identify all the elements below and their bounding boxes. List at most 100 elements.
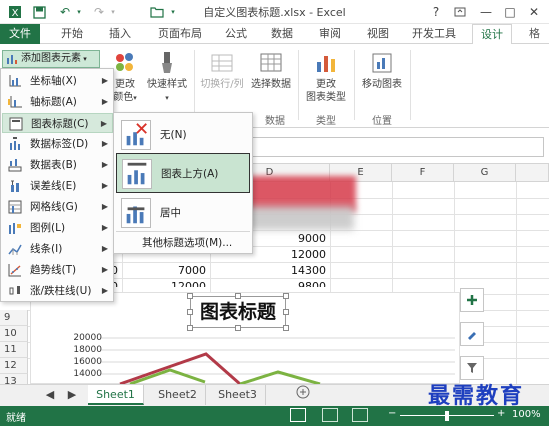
zoom-out-icon[interactable]: − [388, 408, 396, 419]
submenu-arrow-icon: ▶ [101, 76, 108, 85]
page-break-view-icon[interactable] [352, 408, 368, 422]
tab-file[interactable]: 文件 [0, 24, 40, 44]
column-header-g[interactable]: G [454, 164, 516, 182]
page-layout-view-icon[interactable] [322, 408, 338, 422]
chart-series-line[interactable] [119, 352, 241, 384]
cell[interactable]: 9800 [210, 279, 326, 287]
resize-handle[interactable] [187, 293, 193, 299]
select-data-button[interactable]: 选择数据 [248, 50, 294, 91]
menu-item-gridlines[interactable]: 网格线(G) ▶ [2, 197, 113, 217]
column-header[interactable] [516, 164, 549, 182]
tab-page-layout[interactable]: 页面布局 [150, 24, 210, 44]
cell[interactable]: 7000 [122, 263, 206, 279]
submenu-item-above-chart[interactable]: 图表上方(A) [116, 153, 250, 193]
row-header-11[interactable]: 11 [0, 342, 28, 358]
menu-item-legend[interactable]: 图例(L) ▶ [2, 218, 113, 238]
quick-style-button[interactable]: 快速样式 ▾ [144, 50, 190, 105]
menu-item-error-bars[interactable]: 误差线(E) ▶ [2, 176, 113, 196]
more-title-options-link[interactable]: 其他标题选项(M)... [142, 235, 232, 250]
restore-button[interactable]: □ [498, 2, 522, 22]
tab-view[interactable]: 视图 [358, 24, 398, 44]
plus-circle-icon [296, 385, 310, 399]
axis-titles-icon [8, 96, 22, 108]
chart-styles-button[interactable] [460, 322, 484, 346]
add-chart-element-button[interactable]: 添加图表元素 ▾ [2, 50, 100, 68]
undo-dropdown-icon[interactable]: ▾ [74, 3, 84, 21]
up-down-bars-icon [9, 286, 20, 295]
row-header-10[interactable]: 10 [0, 326, 28, 342]
submenu-item-label: 无(N) [160, 129, 187, 141]
undo-icon[interactable]: ↶ [56, 3, 74, 21]
tab-design[interactable]: 设计 [472, 24, 512, 45]
formula-input[interactable] [232, 137, 544, 157]
tab-formulas[interactable]: 公式 [216, 24, 256, 44]
new-sheet-icon[interactable] [292, 385, 314, 405]
tab-developer[interactable]: 开发工具 [404, 24, 464, 44]
chart-elements-button[interactable] [460, 288, 484, 312]
chart-filters-button[interactable] [460, 356, 484, 380]
cell[interactable]: 12000 [122, 279, 206, 287]
menu-item-trendline[interactable]: 趋势线(T) ▶ [2, 260, 113, 280]
normal-view-icon[interactable] [290, 408, 306, 422]
tab-home[interactable]: 开始 [52, 24, 92, 44]
tab-data[interactable]: 数据 [262, 24, 302, 44]
menu-item-chart-title[interactable]: 图表标题(C) ▶ [2, 113, 113, 133]
sheet-tab-sheet3[interactable]: Sheet3 [210, 385, 266, 405]
column-header-f[interactable]: F [392, 164, 454, 182]
menu-item-axis-titles[interactable]: 轴标题(A) ▶ [2, 92, 113, 112]
resize-handle[interactable] [187, 309, 193, 315]
ribbon-tabs: 文件 开始 插入 页面布局 公式 数据 审阅 视图 开发工具 设计 格 [0, 24, 549, 45]
menu-item-data-table[interactable]: 数据表(B) ▶ [2, 155, 113, 175]
open-folder-icon[interactable] [148, 3, 166, 21]
resize-handle[interactable] [283, 293, 289, 299]
menu-item-data-labels[interactable]: 数据标签(D) ▶ [2, 134, 113, 154]
group-separator [354, 50, 355, 120]
tab-insert[interactable]: 插入 [100, 24, 140, 44]
group-label-type: 类型 [316, 116, 336, 127]
prev-sheet-icon[interactable]: ◀ [40, 385, 60, 405]
menu-item-lines[interactable]: 线条(I) ▶ [2, 239, 113, 259]
menu-item-label: 数据表(B) [30, 159, 77, 171]
tab-format[interactable]: 格 [520, 24, 549, 44]
close-button[interactable]: ✕ [522, 2, 546, 22]
change-colors-label-1: 更改 [115, 79, 135, 90]
resize-handle[interactable] [235, 325, 241, 331]
chart-title-submenu: 无(N) 图表上方(A) 居中 其他标题选项(M)... [113, 112, 253, 254]
row-header-12[interactable]: 12 [0, 358, 28, 374]
resize-handle[interactable] [187, 325, 193, 331]
resize-handle[interactable] [235, 293, 241, 299]
submenu-item-centered-overlay[interactable]: 居中 [116, 193, 250, 233]
redo-dropdown-icon[interactable]: ▾ [108, 3, 118, 21]
sheet-tab-sheet2[interactable]: Sheet2 [150, 385, 206, 405]
lines-icon [8, 244, 22, 255]
resize-handle[interactable] [283, 309, 289, 315]
next-sheet-icon[interactable]: ▶ [62, 385, 82, 405]
zoom-slider-thumb[interactable] [445, 411, 449, 421]
chart-title[interactable]: 图表标题 [190, 296, 286, 328]
resize-handle[interactable] [283, 325, 289, 331]
redo-icon[interactable]: ↷ [90, 3, 108, 21]
save-icon[interactable] [30, 3, 48, 21]
add-chart-element-menu: 坐标轴(X) ▶ 轴标题(A) ▶ 图表标题(C) ▶ 数据标签(D) ▶ 数据表(B)… [0, 68, 114, 302]
menu-item-label: 数据标签(D) [30, 138, 89, 150]
y-tick-label: 16000 [73, 357, 102, 367]
move-chart-button[interactable]: 移动图表 [358, 50, 406, 91]
customize-toolbar-icon[interactable]: ▾ [168, 3, 178, 21]
sheet-tab-sheet1[interactable]: Sheet1 [88, 385, 144, 405]
row-header-13[interactable]: 13 [0, 374, 28, 384]
change-chart-type-button[interactable]: 更改 图表类型 [302, 50, 350, 104]
title-above-chart-icon [122, 159, 152, 189]
watermark-text: 最需教育 [428, 383, 525, 409]
group-separator [298, 50, 299, 120]
switch-row-column-button[interactable]: 切换行/列 [198, 50, 246, 91]
ribbon-display-icon[interactable] [448, 2, 472, 22]
cell[interactable]: 14300 [210, 263, 326, 279]
submenu-item-none[interactable]: 无(N) [116, 115, 250, 155]
menu-item-axes[interactable]: 坐标轴(X) ▶ [2, 71, 113, 91]
tab-review[interactable]: 审阅 [310, 24, 350, 44]
minimize-button[interactable]: — [474, 2, 498, 22]
menu-item-up-down-bars[interactable]: 涨/跌柱线(U) ▶ [2, 281, 113, 301]
help-button[interactable]: ? [424, 2, 448, 22]
zoom-level[interactable]: 100% [512, 409, 541, 420]
row-header-9[interactable]: 9 [0, 310, 28, 326]
